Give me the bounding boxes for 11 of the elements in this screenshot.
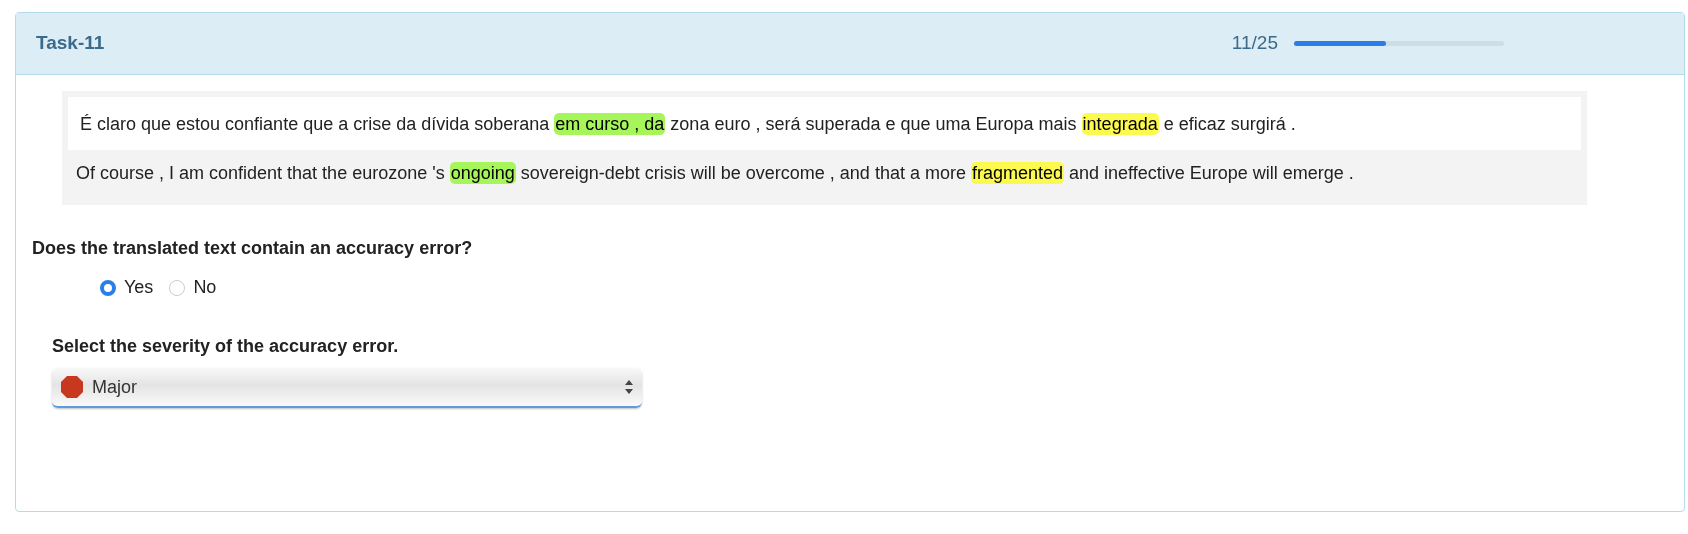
stop-sign-icon xyxy=(60,375,84,399)
severity-label: Select the severity of the accuracy error. xyxy=(52,335,400,358)
translated-sentence: Of course , I am confident that the eurozone 's ongoing sovereign-debt crisis will be overcome , and that a more fragmented and ineffective Europe will emerge . xyxy=(75,161,1355,186)
source-sentence: É claro que estou confiante que a crise da dívida soberana em curso , da zona euro , será superada e que uma Europa mais integrada e eficaz surgirá . xyxy=(68,97,1581,150)
dropdown-arrows-icon xyxy=(624,379,634,395)
progress-count: 11/25 xyxy=(1231,31,1278,56)
severity-select[interactable]: Major xyxy=(52,368,642,408)
radio-option[interactable]: Yes xyxy=(100,274,154,301)
question-text: Does the translated text contain an accuracy error? xyxy=(32,237,474,260)
task-title: Task-11 xyxy=(36,31,105,56)
radio-option[interactable]: No xyxy=(169,274,217,301)
